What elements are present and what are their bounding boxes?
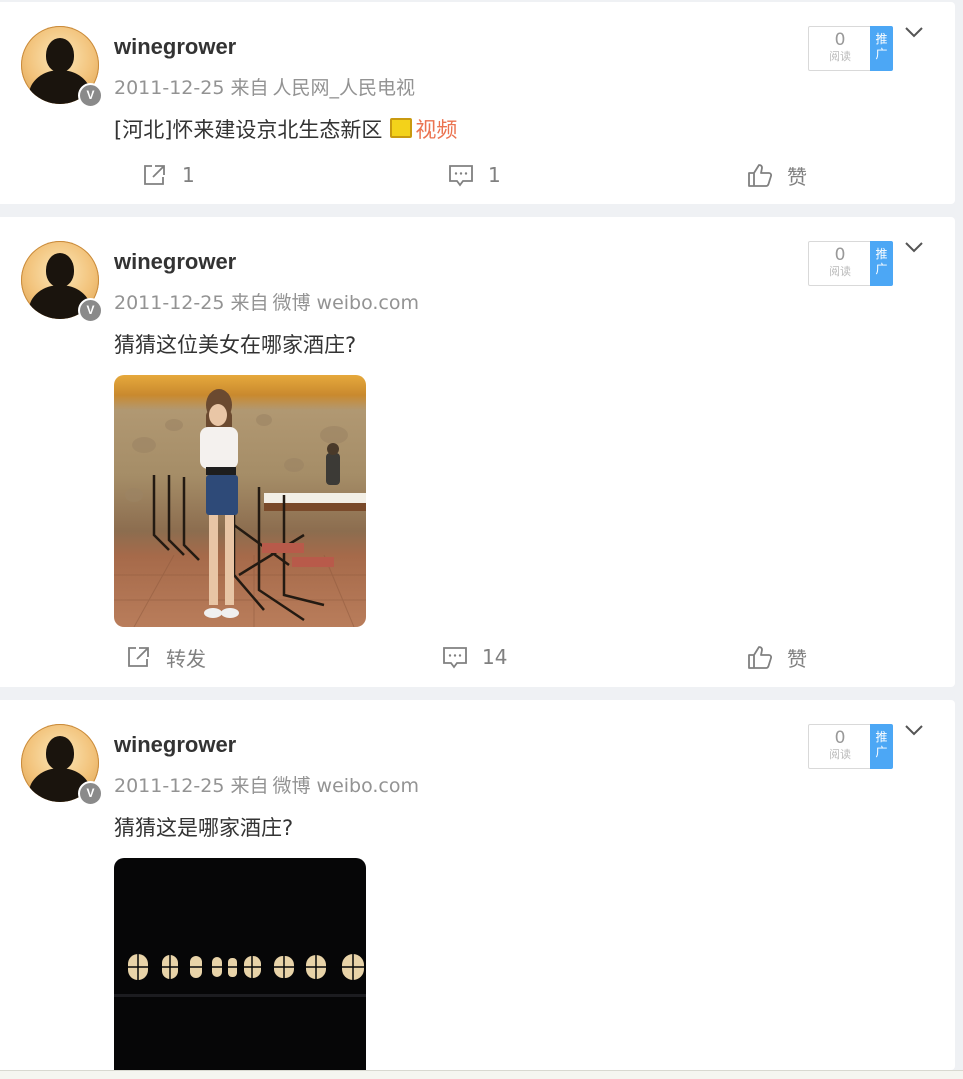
post-image[interactable]	[114, 375, 366, 627]
verified-badge: V	[78, 781, 103, 806]
source-prefix: 来自	[230, 775, 269, 797]
repost-button[interactable]: 转发	[126, 637, 206, 677]
comment-icon	[443, 647, 467, 669]
comment-button[interactable]: 14	[442, 637, 507, 677]
avatar[interactable]: V	[21, 724, 103, 806]
promote-button[interactable]: 推 广	[870, 26, 893, 71]
repost-icon	[128, 647, 149, 667]
comment-count: 1	[488, 163, 501, 187]
chevron-down-icon[interactable]	[905, 26, 923, 38]
post-card: V winegrower 2011-12-25 来自 微博 weibo.com 猜…	[0, 217, 955, 687]
like-label: 赞	[787, 646, 807, 671]
thumbs-up-icon	[748, 646, 773, 669]
comment-count: 14	[482, 645, 508, 669]
like-button[interactable]: 赞	[747, 155, 807, 195]
post-source[interactable]: 微博 weibo.com	[272, 292, 419, 314]
video-icon	[390, 118, 413, 138]
post-meta: 2011-12-25 来自 微博 weibo.com	[114, 771, 419, 798]
repost-count: 1	[182, 163, 195, 187]
read-count-box: 0 阅读	[808, 724, 872, 769]
post-text[interactable]: 猜猜这位美女在哪家酒庄?	[114, 329, 356, 359]
read-count: 0	[834, 728, 846, 748]
like-button[interactable]: 赞	[747, 637, 807, 677]
post-card: V winegrower 2011-12-25 来自 微博 weibo.com 猜…	[0, 700, 955, 1070]
video-link[interactable]: 视频	[415, 118, 457, 142]
post-text-body[interactable]: [河北]怀来建设京北生态新区	[114, 118, 382, 142]
promote-label-1: 推	[875, 730, 888, 744]
post-meta: 2011-12-25 来自 人民网_人民电视	[114, 73, 415, 100]
read-count: 0	[834, 30, 846, 50]
username[interactable]: winegrower	[114, 34, 236, 60]
post-image[interactable]	[114, 858, 366, 1070]
avatar[interactable]: V	[21, 26, 103, 108]
promote-label-1: 推	[875, 247, 888, 261]
post-date[interactable]: 2011-12-25	[114, 775, 224, 797]
read-label: 阅读	[829, 748, 851, 761]
post-date[interactable]: 2011-12-25	[114, 292, 224, 314]
chevron-down-icon[interactable]	[905, 724, 923, 736]
read-count: 0	[834, 245, 846, 265]
thumbs-up-icon	[748, 164, 773, 187]
username[interactable]: winegrower	[114, 249, 236, 275]
verified-badge: V	[78, 298, 103, 323]
promote-label-2: 广	[875, 47, 888, 61]
promote-label-1: 推	[875, 32, 888, 46]
post-text[interactable]: 猜猜这是哪家酒庄?	[114, 812, 293, 842]
read-count-box: 0 阅读	[808, 241, 872, 286]
verified-badge: V	[78, 83, 103, 108]
photo-woman-in-winery	[114, 389, 366, 627]
repost-button[interactable]: 1	[142, 155, 195, 195]
read-label: 阅读	[829, 265, 851, 278]
action-bar: 转发 14 赞	[0, 637, 955, 677]
post-text: [河北]怀来建设京北生态新区 视频	[114, 114, 457, 144]
avatar[interactable]: V	[21, 241, 103, 323]
photo-cellar-at-night	[114, 954, 366, 997]
like-label: 赞	[787, 164, 807, 189]
comment-icon	[449, 165, 473, 187]
source-prefix: 来自	[230, 292, 269, 314]
action-bar: 1 1 赞	[0, 155, 955, 195]
source-prefix: 来自	[230, 77, 269, 99]
username[interactable]: winegrower	[114, 732, 236, 758]
comment-button[interactable]: 1	[448, 155, 501, 195]
promote-button[interactable]: 推 广	[870, 724, 893, 769]
promote-label-2: 广	[875, 745, 888, 759]
post-meta: 2011-12-25 来自 微博 weibo.com	[114, 288, 419, 315]
promote-label-2: 广	[875, 262, 888, 276]
post-date[interactable]: 2011-12-25	[114, 77, 224, 99]
repost-label: 转发	[166, 646, 206, 671]
chevron-down-icon[interactable]	[905, 241, 923, 253]
post-source[interactable]: 人民网_人民电视	[272, 77, 415, 99]
post-source[interactable]: 微博 weibo.com	[272, 775, 419, 797]
repost-icon	[144, 165, 165, 185]
post-card: V winegrower 2011-12-25 来自 人民网_人民电视 [河北]怀…	[0, 2, 955, 204]
promote-button[interactable]: 推 广	[870, 241, 893, 286]
read-count-box: 0 阅读	[808, 26, 872, 71]
read-label: 阅读	[829, 50, 851, 63]
